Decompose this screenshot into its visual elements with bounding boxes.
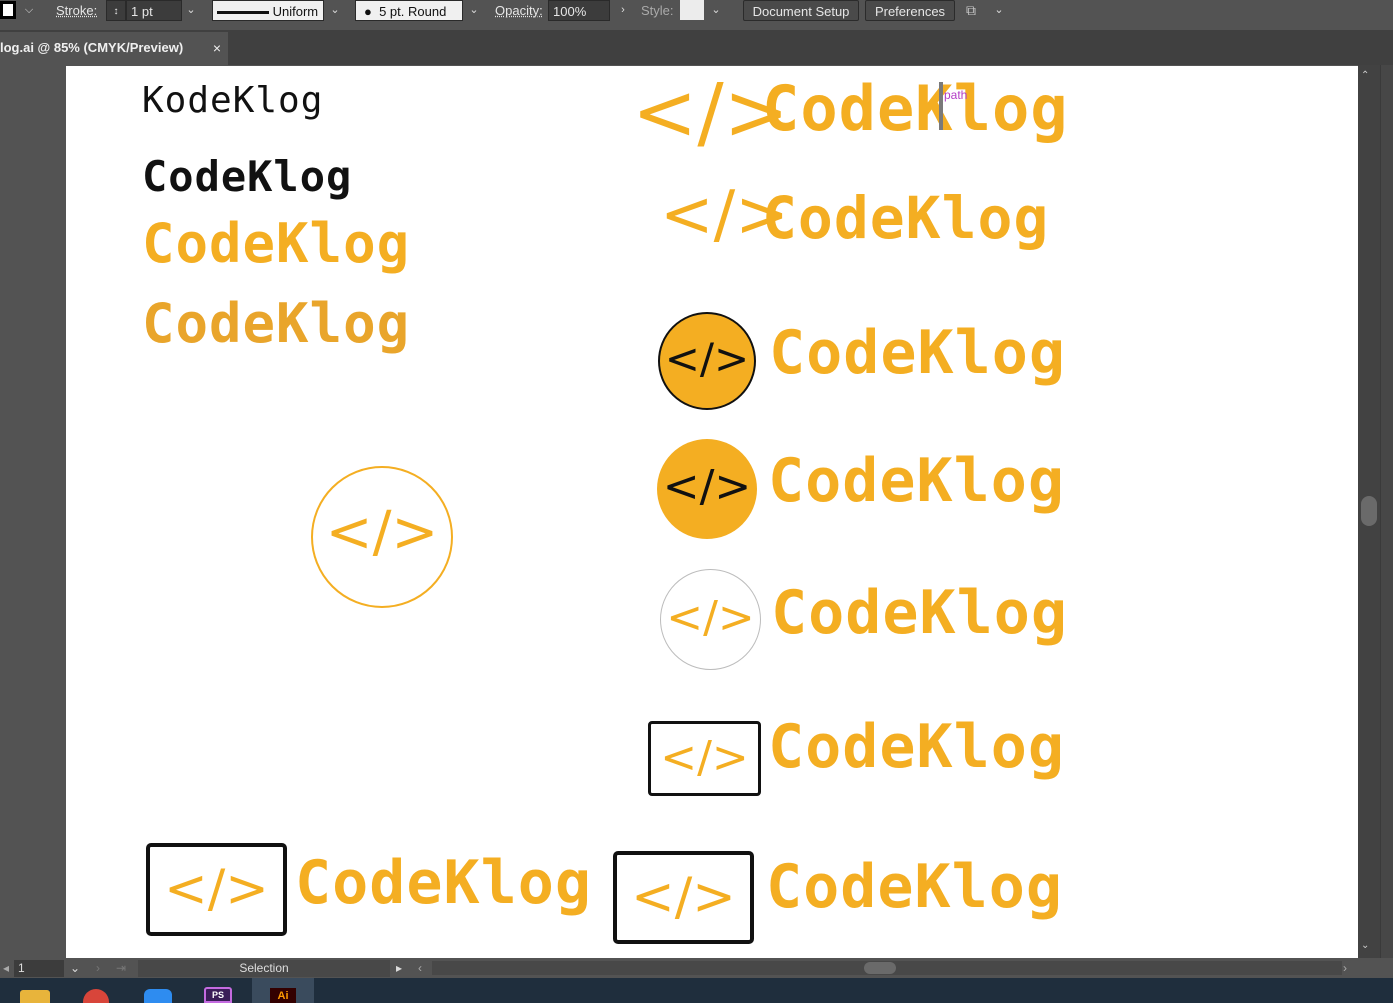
logo-codeklog-circle-filled[interactable]: CodeKlog	[768, 446, 1065, 516]
stroke-stepper[interactable]: ↕	[106, 0, 126, 21]
rect-code-symbol-right[interactable]: </>	[613, 851, 754, 944]
code-symbol-icon: </>	[664, 334, 750, 383]
fill-swatch[interactable]	[0, 1, 16, 19]
illustrator-window: ⌵ Stroke: ↕ 1 pt ⌄ Uniform ⌄ ● 5 pt. Rou…	[0, 0, 1393, 1003]
first-artboard-icon[interactable]: ◂	[3, 960, 11, 977]
artboard-number-field[interactable]: 1	[14, 960, 64, 977]
zoom-icon[interactable]	[144, 989, 172, 1003]
logo-codeklog-circle-thin[interactable]: CodeKlog	[771, 578, 1068, 648]
chevron-down-icon[interactable]: ⌵	[20, 0, 38, 21]
logo-codeklog-circle-bordered[interactable]: CodeKlog	[769, 318, 1066, 388]
stroke-line-preview	[217, 11, 269, 15]
opacity-label[interactable]: Opacity:	[495, 0, 543, 21]
code-symbol-icon: </>	[660, 732, 749, 783]
logo-codeklog-header[interactable]: CodeKlog	[762, 72, 1069, 145]
rect-code-symbol-small[interactable]: </>	[648, 721, 761, 796]
code-symbol-icon: </>	[631, 867, 736, 927]
chevron-down-icon[interactable]: ⌄	[707, 0, 725, 21]
style-swatch[interactable]	[680, 0, 704, 20]
windows-taskbar: PS Ai	[0, 978, 1393, 1003]
collapsed-panel-dock[interactable]	[1380, 65, 1393, 958]
horizontal-scroll-thumb[interactable]	[864, 962, 896, 974]
circle-code-symbol[interactable]: </>	[311, 466, 453, 608]
last-artboard-icon[interactable]: ⇥	[116, 960, 126, 977]
close-icon[interactable]: ×	[213, 32, 221, 64]
arrange-documents-icon[interactable]: ⧉	[966, 0, 988, 21]
circle-thin-outline[interactable]: </>	[660, 569, 761, 670]
code-symbol-icon: </>	[164, 859, 269, 919]
scroll-down-icon[interactable]: ⌄	[1361, 940, 1369, 951]
file-explorer-icon[interactable]	[20, 990, 50, 1003]
logo-codeklog-black[interactable]: CodeKlog	[142, 152, 352, 201]
code-symbol-icon: </>	[662, 461, 752, 512]
opacity-field[interactable]: 100%	[548, 0, 610, 21]
next-artboard-icon[interactable]: ›	[96, 960, 100, 977]
chevron-right-icon[interactable]: ›	[614, 0, 632, 21]
scroll-up-icon[interactable]: ⌃	[1361, 70, 1369, 81]
scroll-left-icon[interactable]: ‹	[418, 960, 422, 977]
code-symbol-icon: </>	[666, 592, 755, 643]
control-bar: ⌵ Stroke: ↕ 1 pt ⌄ Uniform ⌄ ● 5 pt. Rou…	[0, 0, 1393, 30]
document-tab-title: log.ai @ 85% (CMYK/Preview)	[0, 40, 184, 55]
brush-label: 5 pt. Round	[379, 4, 447, 19]
document-setup-button[interactable]: Document Setup	[743, 0, 859, 21]
circle-filled[interactable]: </>	[657, 439, 757, 539]
brush-dot-icon: ●	[364, 4, 372, 19]
chrome-icon[interactable]	[83, 989, 109, 1003]
artboard[interactable]: KodeKlog CodeKlog CodeKlog CodeKlog </> …	[66, 66, 1358, 958]
document-tab-bar: log.ai @ 85% (CMYK/Preview) ×	[0, 30, 1393, 65]
logo-codeklog-orange[interactable]: CodeKlog	[142, 212, 410, 275]
logo-codeklog-rect-right[interactable]: CodeKlog	[766, 852, 1063, 922]
illustrator-icon: Ai	[270, 988, 296, 1003]
rect-code-symbol-left[interactable]: </>	[146, 843, 287, 936]
smart-guide-hint: path	[944, 88, 968, 102]
chevron-down-icon[interactable]: ⌄	[326, 0, 344, 21]
stroke-label[interactable]: Stroke:	[56, 0, 97, 21]
chevron-down-icon[interactable]: ⌄	[465, 0, 483, 21]
preferences-button[interactable]: Preferences	[865, 0, 955, 21]
stroke-weight-field[interactable]: 1 pt	[126, 0, 182, 21]
status-menu-icon[interactable]: ▸	[396, 960, 402, 977]
scroll-right-icon[interactable]: ›	[1343, 960, 1347, 977]
illustrator-taskbar-button[interactable]: Ai	[252, 978, 314, 1003]
circle-filled-bordered[interactable]: </>	[658, 312, 756, 410]
text-cursor	[939, 82, 943, 130]
logo-kodeklog-thin[interactable]: KodeKlog	[142, 80, 323, 121]
document-tab[interactable]: log.ai @ 85% (CMYK/Preview) ×	[0, 32, 228, 65]
photoshop-icon[interactable]: PS	[204, 987, 232, 1003]
chevron-down-icon[interactable]: ⌄	[182, 0, 200, 21]
vertical-scroll-thumb[interactable]	[1361, 496, 1377, 526]
style-label: Style:	[641, 3, 674, 18]
stroke-profile-select[interactable]: Uniform	[212, 0, 324, 21]
logo-codeklog-rect-left[interactable]: CodeKlog	[295, 848, 592, 918]
chevron-down-icon[interactable]: ⌄	[990, 0, 1008, 21]
logo-codeklog-medium[interactable]: CodeKlog	[762, 184, 1049, 252]
chevron-down-icon[interactable]: ⌄	[66, 960, 84, 977]
logo-codeklog-rect-small[interactable]: CodeKlog	[768, 712, 1065, 782]
logo-codeklog-orange-alt[interactable]: CodeKlog	[142, 292, 410, 355]
status-tool-label[interactable]: Selection	[138, 960, 390, 977]
code-symbol-icon: </>	[325, 500, 439, 565]
status-bar: ◂ 1 ⌄ › ⇥ Selection ▸ ‹ ›	[0, 958, 1393, 978]
stroke-profile-label: Uniform	[272, 4, 319, 19]
brush-select[interactable]: ● 5 pt. Round	[355, 0, 463, 21]
